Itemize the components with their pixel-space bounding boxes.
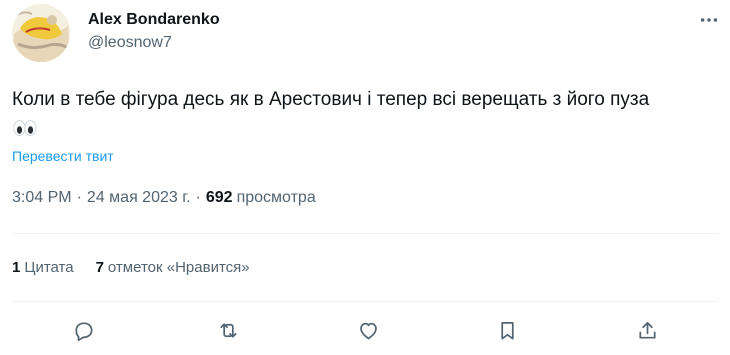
reply-icon bbox=[74, 321, 93, 341]
avatar[interactable] bbox=[12, 4, 70, 62]
divider bbox=[12, 301, 718, 302]
share-button[interactable] bbox=[632, 315, 662, 345]
views-label: просмотра bbox=[236, 189, 316, 206]
eyes-emoji-icon bbox=[13, 120, 37, 136]
translate-tweet-link[interactable]: Перевести твит bbox=[12, 148, 114, 164]
tweet-date[interactable]: 24 мая 2023 г. bbox=[87, 189, 191, 207]
meta-separator: · bbox=[195, 189, 201, 206]
share-icon bbox=[638, 321, 656, 339]
likes-label: отметок «Нравится» bbox=[107, 259, 250, 276]
tweet-emoji bbox=[13, 119, 37, 137]
user-avatar-icon bbox=[12, 4, 70, 62]
quotes-stat[interactable]: 1 Цитата bbox=[12, 259, 74, 276]
tweet-meta: 3:04 PM · 24 мая 2023 г. · 692 просмотра bbox=[12, 189, 316, 207]
tweet-text: Коли в тебе фігура десь як в Арестович і… bbox=[12, 89, 650, 110]
tweet: Alex Bondarenko @leosnow7 Коли в тебе фі… bbox=[0, 0, 730, 355]
meta-separator: · bbox=[76, 189, 82, 206]
views-count: 692 bbox=[205, 189, 233, 206]
likes-stat[interactable]: 7 отметок «Нравится» bbox=[96, 259, 250, 276]
quotes-count: 1 bbox=[12, 259, 21, 276]
retweet-icon bbox=[219, 322, 237, 338]
author-handle[interactable]: @leosnow7 bbox=[88, 34, 172, 52]
author-display-name[interactable]: Alex Bondarenko bbox=[88, 11, 220, 29]
quotes-label: Цитата bbox=[24, 259, 74, 276]
like-icon bbox=[359, 322, 377, 339]
like-button[interactable] bbox=[353, 315, 383, 345]
tweet-stats: 1 Цитата 7 отметок «Нравится» bbox=[12, 259, 250, 276]
bookmark-button[interactable] bbox=[492, 315, 522, 345]
tweet-time[interactable]: 3:04 PM bbox=[12, 189, 72, 207]
more-options-button[interactable] bbox=[697, 8, 721, 32]
more-horizontal-icon bbox=[700, 18, 718, 22]
divider bbox=[12, 233, 718, 234]
bookmark-icon bbox=[500, 321, 514, 340]
reply-button[interactable] bbox=[68, 315, 98, 345]
likes-count: 7 bbox=[95, 259, 104, 276]
retweet-button[interactable] bbox=[213, 315, 243, 345]
tweet-actions bbox=[0, 315, 730, 345]
